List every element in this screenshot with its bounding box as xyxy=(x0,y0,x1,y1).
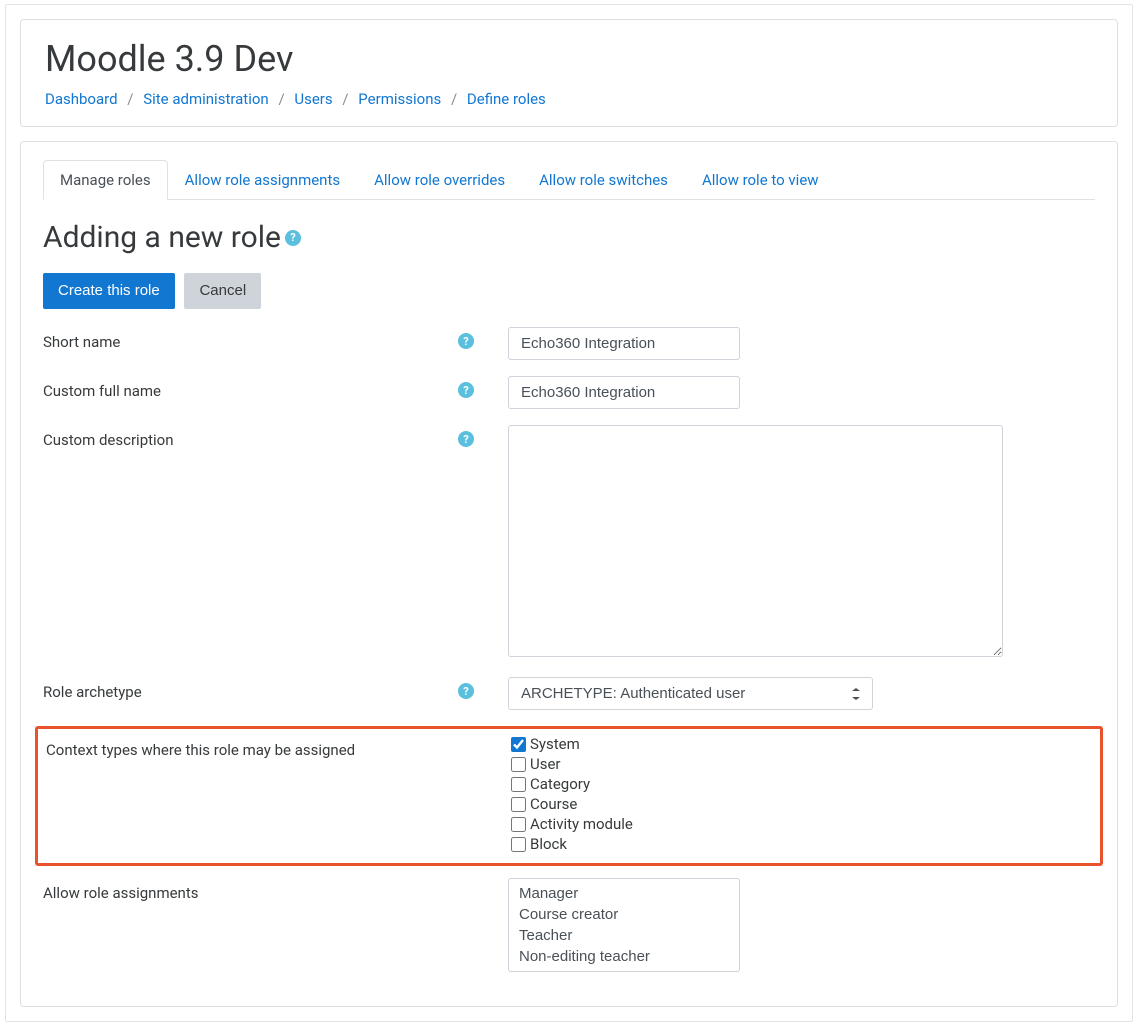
checkbox-label: Course xyxy=(530,795,577,813)
breadcrumb-link[interactable]: Permissions xyxy=(358,90,441,108)
checkbox-activity-module[interactable] xyxy=(511,817,526,832)
context-option-block[interactable]: Block xyxy=(511,835,1092,853)
context-option-course[interactable]: Course xyxy=(511,795,1092,813)
main-card: Manage roles Allow role assignments Allo… xyxy=(20,141,1118,1007)
breadcrumb: Dashboard / Site administration / Users … xyxy=(45,90,1093,108)
row-description: Custom description ? xyxy=(43,425,1095,661)
breadcrumb-sep: / xyxy=(121,90,139,108)
checkbox-label: User xyxy=(530,755,561,773)
label-archetype: Role archetype xyxy=(43,683,142,701)
checkbox-label: System xyxy=(530,735,580,753)
breadcrumb-link[interactable]: Users xyxy=(294,90,332,108)
row-archetype: Role archetype ? ARCHETYPE: Authenticate… xyxy=(43,677,1095,710)
header-card: Moodle 3.9 Dev Dashboard / Site administ… xyxy=(20,19,1118,127)
tab-allow-role-overrides[interactable]: Allow role overrides xyxy=(357,160,522,200)
breadcrumb-sep: / xyxy=(272,90,290,108)
help-icon[interactable]: ? xyxy=(458,683,474,699)
archetype-select[interactable]: ARCHETYPE: Authenticated user xyxy=(508,677,873,710)
checkbox-label: Block xyxy=(530,835,567,853)
breadcrumb-sep: / xyxy=(336,90,354,108)
help-icon[interactable]: ? xyxy=(458,382,474,398)
checkbox-system[interactable] xyxy=(511,737,526,752)
page-heading-text: Adding a new role xyxy=(43,220,281,255)
tab-allow-role-to-view[interactable]: Allow role to view xyxy=(685,160,836,200)
button-row: Create this role Cancel xyxy=(43,273,1095,309)
context-option-activity-module[interactable]: Activity module xyxy=(511,815,1092,833)
tab-allow-role-switches[interactable]: Allow role switches xyxy=(522,160,685,200)
cancel-button[interactable]: Cancel xyxy=(184,273,261,309)
checkbox-block[interactable] xyxy=(511,837,526,852)
checkbox-course[interactable] xyxy=(511,797,526,812)
description-textarea[interactable] xyxy=(508,425,1003,657)
assign-option[interactable]: Manager xyxy=(515,883,733,904)
checkbox-label: Category xyxy=(530,775,590,793)
assign-option[interactable]: Teacher xyxy=(515,925,733,946)
breadcrumb-link[interactable]: Define roles xyxy=(467,90,546,108)
breadcrumb-link[interactable]: Dashboard xyxy=(45,90,118,108)
breadcrumb-link[interactable]: Site administration xyxy=(143,90,268,108)
create-role-button[interactable]: Create this role xyxy=(43,273,175,309)
context-option-system[interactable]: System xyxy=(511,735,1092,753)
checkbox-category[interactable] xyxy=(511,777,526,792)
label-allow-assignments: Allow role assignments xyxy=(43,884,198,902)
checkbox-label: Activity module xyxy=(530,815,633,833)
context-option-category[interactable]: Category xyxy=(511,775,1092,793)
checkbox-user[interactable] xyxy=(511,757,526,772)
row-shortname: Short name ? xyxy=(43,327,1095,360)
breadcrumb-sep: / xyxy=(445,90,463,108)
label-context-types: Context types where this role may be ass… xyxy=(46,741,355,759)
context-types-highlight: Context types where this role may be ass… xyxy=(35,726,1103,866)
row-allow-assignments: Allow role assignments Manager Course cr… xyxy=(43,878,1095,972)
help-icon[interactable]: ? xyxy=(458,333,474,349)
row-fullname: Custom full name ? xyxy=(43,376,1095,409)
label-fullname: Custom full name xyxy=(43,382,161,400)
assign-option[interactable]: Non-editing teacher xyxy=(515,946,733,967)
tab-manage-roles[interactable]: Manage roles xyxy=(43,160,168,200)
tab-allow-role-assignments[interactable]: Allow role assignments xyxy=(168,160,357,200)
page-heading: Adding a new role ? xyxy=(43,220,1095,255)
shortname-input[interactable] xyxy=(508,327,740,360)
label-shortname: Short name xyxy=(43,333,120,351)
fullname-input[interactable] xyxy=(508,376,740,409)
nav-tabs: Manage roles Allow role assignments Allo… xyxy=(43,160,1095,200)
label-description: Custom description xyxy=(43,431,174,449)
help-icon[interactable]: ? xyxy=(285,230,301,246)
help-icon[interactable]: ? xyxy=(458,431,474,447)
context-option-user[interactable]: User xyxy=(511,755,1092,773)
assign-option[interactable]: Course creator xyxy=(515,904,733,925)
site-title: Moodle 3.9 Dev xyxy=(45,38,1093,80)
allow-assignments-select[interactable]: Manager Course creator Teacher Non-editi… xyxy=(508,878,740,972)
row-context-types: Context types where this role may be ass… xyxy=(46,735,1092,855)
